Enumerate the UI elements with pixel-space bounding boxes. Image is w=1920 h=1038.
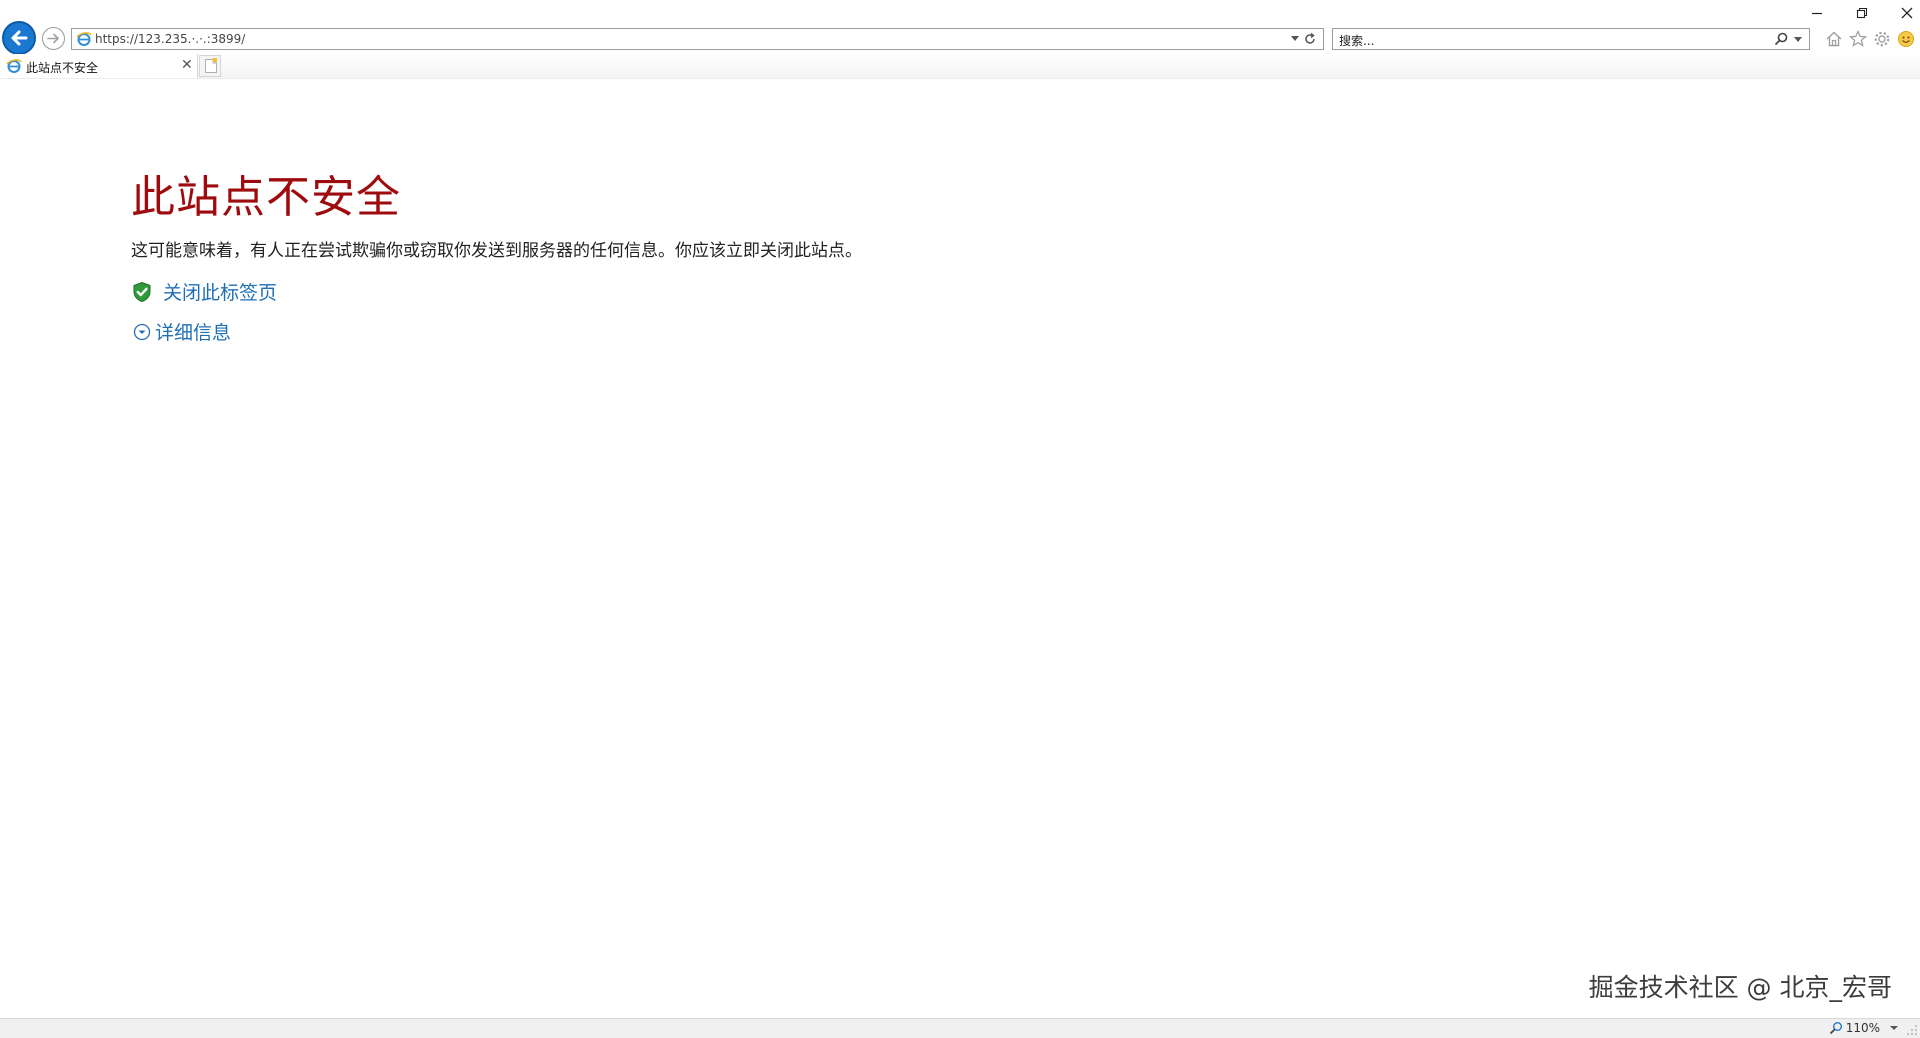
status-bar: 110%: [0, 1018, 1920, 1038]
warning-description: 这可能意味着，有人正在尝试欺骗你或窃取你发送到服务器的任何信息。你应该立即关闭此…: [131, 241, 862, 261]
close-window-icon[interactable]: [1896, 3, 1918, 23]
watermark-text: 掘金技术社区 @ 北京_宏哥: [1588, 973, 1892, 1002]
page-content: 此站点不安全 这可能意味着，有人正在尝试欺骗你或窃取你发送到服务器的任何信息。你…: [0, 79, 1920, 1018]
search-input[interactable]: 搜索...: [1332, 28, 1810, 50]
tab-unsafe-site[interactable]: 此站点不安全 ✕: [0, 54, 198, 78]
search-dropdown-icon[interactable]: [1794, 37, 1802, 42]
close-tab-link-label: 关闭此标签页: [163, 282, 278, 304]
new-tab-icon: [205, 58, 217, 73]
ie-page-icon: [76, 32, 92, 46]
gear-icon[interactable]: [1872, 29, 1892, 49]
details-link[interactable]: 详细信息: [131, 318, 231, 345]
minimize-icon[interactable]: [1806, 3, 1828, 23]
zoom-dropdown-icon[interactable]: [1890, 1026, 1898, 1030]
restore-icon[interactable]: [1851, 3, 1873, 23]
zoom-control[interactable]: 110%: [1829, 1021, 1880, 1035]
close-tab-link[interactable]: 关闭此标签页: [131, 278, 277, 305]
address-bar[interactable]: https://123.235.·.·.:3899/: [71, 28, 1324, 50]
refresh-icon[interactable]: [1302, 31, 1318, 47]
zoom-level: 110%: [1845, 1021, 1880, 1035]
address-dropdown-icon[interactable]: [1291, 36, 1299, 41]
green-shield-check-icon: [133, 281, 151, 302]
chevron-down-icon: [133, 323, 151, 340]
resize-grip-icon[interactable]: [1906, 1024, 1918, 1036]
home-icon[interactable]: [1824, 29, 1844, 49]
new-tab-button[interactable]: [199, 55, 221, 77]
tab-title: 此站点不安全: [26, 61, 99, 75]
tab-strip: 此站点不安全 ✕: [0, 54, 1920, 79]
zoom-magnifier-icon: [1829, 1022, 1842, 1035]
ie-page-icon: [6, 59, 22, 73]
search-placeholder: 搜索...: [1339, 34, 1375, 48]
browser-toolbar: https://123.235.·.·.:3899/ 搜索...: [0, 0, 1920, 55]
address-url: https://123.235.·.·.:3899/: [95, 32, 246, 46]
favorites-star-icon[interactable]: [1848, 29, 1868, 49]
browser-window: https://123.235.·.·.:3899/ 搜索... 此站点不安全 …: [0, 0, 1920, 1038]
page-title: 此站点不安全: [131, 172, 401, 223]
details-link-label: 详细信息: [155, 322, 232, 344]
command-icons: [1812, 29, 1920, 51]
tab-close-icon[interactable]: ✕: [181, 57, 193, 73]
smiley-feedback-icon[interactable]: [1896, 29, 1916, 49]
search-icon[interactable]: [1773, 31, 1789, 47]
back-button[interactable]: [2, 21, 36, 55]
back-arrow-icon: [11, 30, 28, 46]
window-controls: [1786, 0, 1920, 26]
forward-arrow-icon: [47, 33, 59, 44]
forward-button[interactable]: [42, 27, 65, 50]
